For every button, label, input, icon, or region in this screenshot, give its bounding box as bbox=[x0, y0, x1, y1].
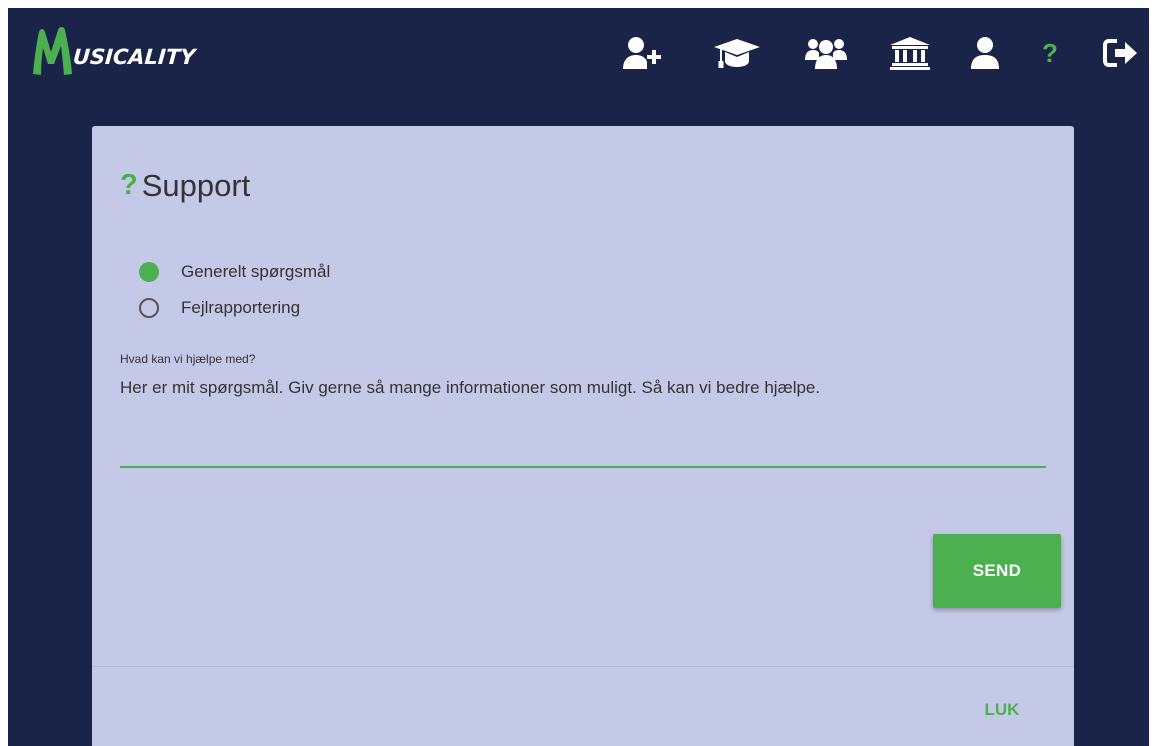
dialog-divider bbox=[92, 666, 1074, 667]
institution-icon bbox=[890, 37, 930, 70]
add-user-icon bbox=[623, 37, 661, 69]
radio-general-question[interactable]: Generelt spørgsmål bbox=[139, 262, 330, 282]
message-field-label: Hvad kan vi hjælpe med? bbox=[120, 352, 256, 366]
message-textarea[interactable]: Her er mit spørgsmål. Giv gerne så mange… bbox=[120, 377, 1046, 463]
help-icon: ? bbox=[1042, 38, 1058, 68]
radio-checked-icon[interactable] bbox=[139, 262, 159, 282]
graduation-cap-icon bbox=[714, 39, 760, 68]
question-icon: ? bbox=[120, 169, 138, 201]
message-field-underline bbox=[120, 466, 1046, 468]
nav-courses[interactable] bbox=[713, 34, 761, 72]
radio-label: Fejlrapportering bbox=[181, 298, 301, 317]
nav-help[interactable]: ? bbox=[1033, 34, 1067, 72]
sign-out-icon bbox=[1103, 39, 1137, 67]
nav-add-user[interactable] bbox=[623, 34, 663, 72]
logo-text: USICALITY bbox=[72, 45, 197, 69]
nav-profile[interactable] bbox=[968, 34, 1002, 72]
close-button[interactable]: LUK bbox=[970, 694, 1034, 726]
radio-unchecked-icon[interactable] bbox=[139, 298, 159, 318]
logo-m-icon bbox=[33, 27, 72, 75]
nav-sign-out[interactable] bbox=[1101, 34, 1141, 72]
radio-label: Generelt spørgsmål bbox=[181, 262, 331, 281]
dialog-title-text: Support bbox=[141, 168, 251, 203]
radio-bug-report[interactable]: Fejlrapportering bbox=[139, 298, 300, 318]
nav-institution[interactable] bbox=[889, 34, 931, 72]
group-icon bbox=[805, 39, 847, 69]
support-dialog: ? Support Generelt spørgsmål Fejlrapport… bbox=[92, 126, 1074, 746]
send-button[interactable]: SEND bbox=[933, 534, 1061, 608]
app-frame: USICALITY ? ? Support Generelt spørgsmål… bbox=[8, 8, 1149, 746]
logo[interactable]: USICALITY bbox=[30, 22, 197, 78]
nav-groups[interactable] bbox=[804, 34, 848, 72]
dialog-title: ? Support bbox=[120, 170, 250, 201]
user-icon bbox=[971, 37, 999, 69]
